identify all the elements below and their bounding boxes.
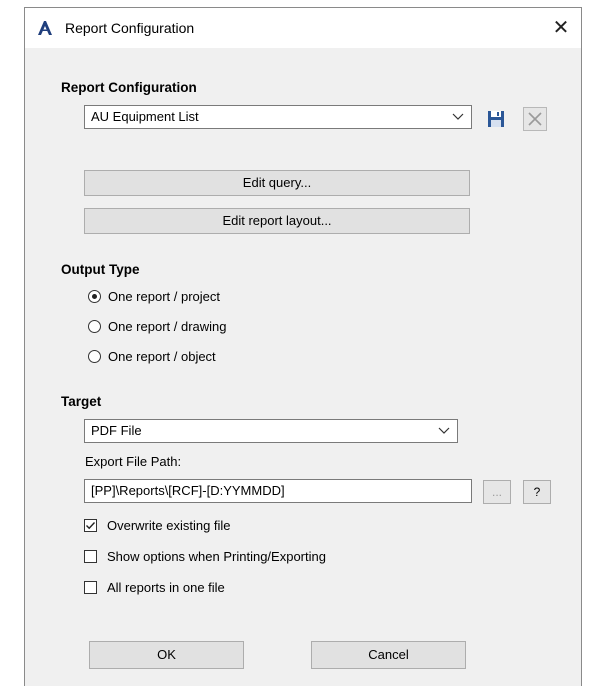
x-delete-icon [528, 112, 542, 126]
target-select[interactable]: PDF File [84, 419, 458, 443]
radio-one-report-drawing[interactable]: One report / drawing [88, 318, 388, 336]
radio-label: One report / project [108, 289, 220, 304]
chevron-down-icon [438, 427, 450, 434]
radio-button-selected[interactable] [88, 290, 101, 303]
radio-label: One report / object [108, 349, 216, 364]
window-title: Report Configuration [65, 20, 195, 36]
report-configuration-heading: Report Configuration [61, 80, 197, 95]
autocad-a-icon [38, 21, 52, 35]
output-type-heading: Output Type [61, 262, 140, 277]
help-button[interactable]: ? [523, 480, 551, 504]
export-file-path-value: [PP]\Reports\[RCF]-[D:YYMMDD] [91, 483, 285, 498]
edit-report-layout-button[interactable]: Edit report layout... [84, 208, 470, 234]
browse-button[interactable]: ... [483, 480, 511, 504]
radio-button[interactable] [88, 350, 101, 363]
checkbox-checked[interactable] [84, 519, 97, 532]
checkbox-label: Overwrite existing file [107, 518, 231, 533]
close-icon[interactable]: ✕ [547, 14, 575, 42]
radio-one-report-project[interactable]: One report / project [88, 288, 388, 306]
save-button[interactable] [484, 107, 508, 131]
delete-button[interactable] [523, 107, 547, 131]
ok-button[interactable]: OK [89, 641, 244, 669]
checkbox-show-options-printing[interactable]: Show options when Printing/Exporting [84, 548, 484, 566]
checkmark-icon [86, 522, 96, 530]
chevron-down-icon [452, 113, 464, 120]
edit-query-button[interactable]: Edit query... [84, 170, 470, 196]
target-heading: Target [61, 394, 102, 409]
target-selected-value: PDF File [91, 423, 142, 438]
report-configuration-select[interactable]: AU Equipment List [84, 105, 472, 129]
checkbox-label: All reports in one file [107, 580, 225, 595]
export-file-path-label: Export File Path: [85, 454, 182, 469]
report-configuration-dialog: Report Configuration ✕ Report Configurat… [24, 7, 582, 686]
title-bar: Report Configuration ✕ [25, 8, 581, 48]
checkbox-overwrite-existing-file[interactable]: Overwrite existing file [84, 517, 484, 535]
checkbox-all-reports-one-file[interactable]: All reports in one file [84, 579, 484, 597]
cancel-button[interactable]: Cancel [311, 641, 466, 669]
export-file-path-input[interactable]: [PP]\Reports\[RCF]-[D:YYMMDD] [84, 479, 472, 503]
checkbox-label: Show options when Printing/Exporting [107, 549, 326, 564]
floppy-save-icon [488, 111, 504, 127]
checkbox[interactable] [84, 581, 97, 594]
radio-label: One report / drawing [108, 319, 227, 334]
report-configuration-selected-value: AU Equipment List [91, 109, 199, 124]
radio-button[interactable] [88, 320, 101, 333]
checkbox[interactable] [84, 550, 97, 563]
radio-one-report-object[interactable]: One report / object [88, 348, 388, 366]
